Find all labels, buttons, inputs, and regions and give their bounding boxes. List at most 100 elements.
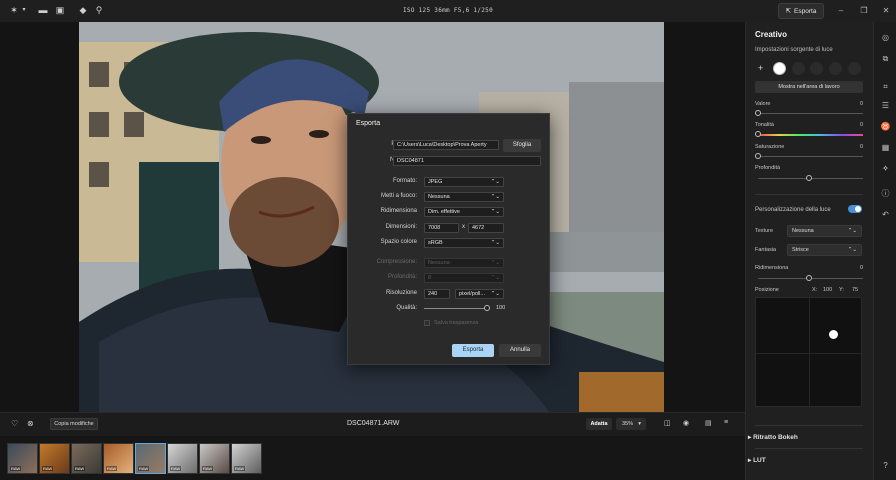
thumbnail[interactable]: RAW — [199, 443, 230, 474]
light-custom-label: Personalizzazione della luce — [755, 207, 831, 213]
path-field[interactable]: C:\Users\Luca\Desktop\Prova Aperty — [393, 140, 499, 150]
minimize-icon[interactable]: – — [836, 6, 846, 16]
layers-icon[interactable]: ▦ — [880, 142, 891, 153]
height-field[interactable]: 4672 — [468, 223, 504, 233]
copy-edits-button[interactable]: Copia modifiche — [50, 418, 98, 430]
value-slider[interactable] — [758, 113, 863, 114]
texture-select[interactable]: Nessuna ⌃⌄ — [787, 225, 862, 237]
eye-icon[interactable]: ◉ — [683, 419, 689, 427]
focus-value: Nessuna — [428, 194, 450, 200]
crop-icon[interactable]: ⌗ — [880, 81, 891, 92]
image-icon[interactable]: ▣ — [55, 5, 65, 15]
hue-slider[interactable] — [758, 134, 863, 136]
light-source[interactable] — [810, 62, 823, 75]
dialog-export-button[interactable]: Esporta — [452, 344, 494, 357]
search-icon[interactable]: ⚲ — [94, 5, 104, 15]
focus-select[interactable]: Nessuna ⌃⌄ — [424, 192, 504, 202]
saturation-slider[interactable] — [758, 156, 863, 157]
thumbnail[interactable]: RAW — [71, 443, 102, 474]
hue-slider-knob[interactable] — [755, 131, 761, 137]
thumbnail[interactable]: RAW — [39, 443, 70, 474]
thumbnail[interactable]: RAW — [7, 443, 38, 474]
export-button[interactable]: ⇱ Esporta — [778, 3, 824, 19]
info-icon[interactable]: ⓘ — [880, 188, 891, 199]
compression-select: Nessuna ⌃⌄ — [424, 258, 504, 268]
export-button-label: Esporta — [794, 7, 817, 15]
accordion-lut[interactable]: ▸ LUT — [748, 456, 766, 464]
thumbnail[interactable]: RAW — [167, 443, 198, 474]
texture-label: Texture — [755, 228, 774, 234]
sort-icon[interactable]: ≡ — [724, 419, 728, 426]
close-icon[interactable]: ✕ — [881, 6, 891, 16]
quality-slider-knob[interactable] — [484, 305, 490, 311]
light-source-white[interactable] — [773, 62, 786, 75]
panel-resize-number: 0 — [859, 265, 863, 271]
chevron-down-icon[interactable]: ▾ — [19, 5, 29, 15]
browse-button[interactable]: Sfoglia — [503, 139, 541, 152]
undo-icon[interactable]: ↶ — [880, 209, 891, 220]
raw-badge: RAW — [42, 466, 54, 471]
pos-y-label: Y: — [839, 287, 844, 293]
depth-value: 8 — [428, 275, 432, 281]
chevron-icon: ⌃⌄ — [490, 260, 500, 266]
eraser-icon[interactable]: ◆ — [78, 5, 88, 15]
light-source[interactable] — [848, 62, 861, 75]
chevron-icon: ⌃⌄ — [490, 291, 500, 297]
sliders-icon[interactable]: ☰ — [880, 100, 891, 111]
add-light-icon[interactable]: + — [758, 63, 763, 73]
pos-x-value[interactable]: 100 — [823, 287, 832, 293]
app-logo-icon[interactable]: ✶ — [9, 5, 19, 15]
width-field[interactable]: 7008 — [424, 223, 459, 233]
compare-icon[interactable]: ◫ — [664, 419, 671, 427]
folder-icon[interactable]: ▬ — [38, 5, 48, 15]
show-in-workspace-button[interactable]: Mostra nell'area di lavoro — [755, 81, 863, 93]
heart-icon[interactable]: ♡ — [11, 419, 18, 428]
light-source[interactable] — [792, 62, 805, 75]
creative-icon[interactable]: ✧ — [880, 163, 891, 174]
mask-icon[interactable]: ♉ — [880, 121, 891, 132]
value-slider-knob[interactable] — [755, 110, 761, 116]
fantasia-select[interactable]: Strisce ⌃⌄ — [787, 244, 862, 256]
light-source[interactable] — [829, 62, 842, 75]
accordion-lut-label: LUT — [753, 457, 766, 464]
format-value: JPEG — [428, 179, 443, 185]
light-custom-toggle[interactable] — [848, 205, 862, 213]
texture-value: Nessuna — [792, 228, 814, 234]
dialog-title: Esporta — [356, 120, 381, 127]
zoom-select[interactable]: 35% ▾ — [616, 418, 646, 430]
colorspace-value: sRGB — [428, 240, 443, 246]
position-handle[interactable] — [829, 330, 838, 339]
maximize-icon[interactable]: ❐ — [859, 6, 869, 16]
gallery-icon[interactable]: ▤ — [705, 419, 712, 427]
resolution-field[interactable]: 240 — [424, 289, 450, 299]
grid-line — [756, 353, 863, 354]
format-select[interactable]: JPEG ⌃⌄ — [424, 177, 504, 187]
position-pad[interactable] — [755, 297, 863, 408]
save-transparency-label: Salva trasparenza — [434, 320, 479, 326]
presets-icon[interactable]: ◎ — [880, 32, 891, 43]
filename-field[interactable]: DSC04871 — [393, 156, 541, 166]
exif-info: ISO 125 36mm F5,6 1/250 — [403, 7, 493, 14]
pos-y-value[interactable]: 75 — [852, 287, 858, 293]
compression-value: Nessuna — [428, 260, 450, 266]
thumbnail[interactable]: RAW — [231, 443, 262, 474]
resolution-unit-select[interactable]: pixel/poll... ⌃⌄ — [455, 289, 504, 299]
reject-icon[interactable]: ⊗ — [27, 419, 34, 428]
colorspace-select[interactable]: sRGB ⌃⌄ — [424, 238, 504, 248]
fit-button[interactable]: Adatta — [586, 418, 612, 430]
light-source-settings-label: Impostazioni sorgente di luce — [755, 47, 833, 53]
thumbnail-selected[interactable]: RAW — [135, 443, 166, 474]
help-icon[interactable]: ? — [880, 460, 891, 471]
raw-badge: RAW — [202, 466, 214, 471]
edit-icon[interactable]: ⧉ — [880, 53, 891, 64]
thumbnail[interactable]: RAW — [103, 443, 134, 474]
quality-slider[interactable] — [424, 308, 488, 309]
dialog-cancel-button[interactable]: Annulla — [499, 344, 541, 357]
hue-label: Tonalità — [755, 122, 774, 128]
accordion-bokeh[interactable]: ▸ Ritratto Bokeh — [748, 433, 798, 441]
resize-slider-knob[interactable] — [806, 275, 812, 281]
depth-slider-knob[interactable] — [806, 175, 812, 181]
saturation-slider-knob[interactable] — [755, 153, 761, 159]
quality-label: Qualità: — [396, 305, 417, 311]
resize-select[interactable]: Dim. effettive ⌃⌄ — [424, 207, 504, 217]
